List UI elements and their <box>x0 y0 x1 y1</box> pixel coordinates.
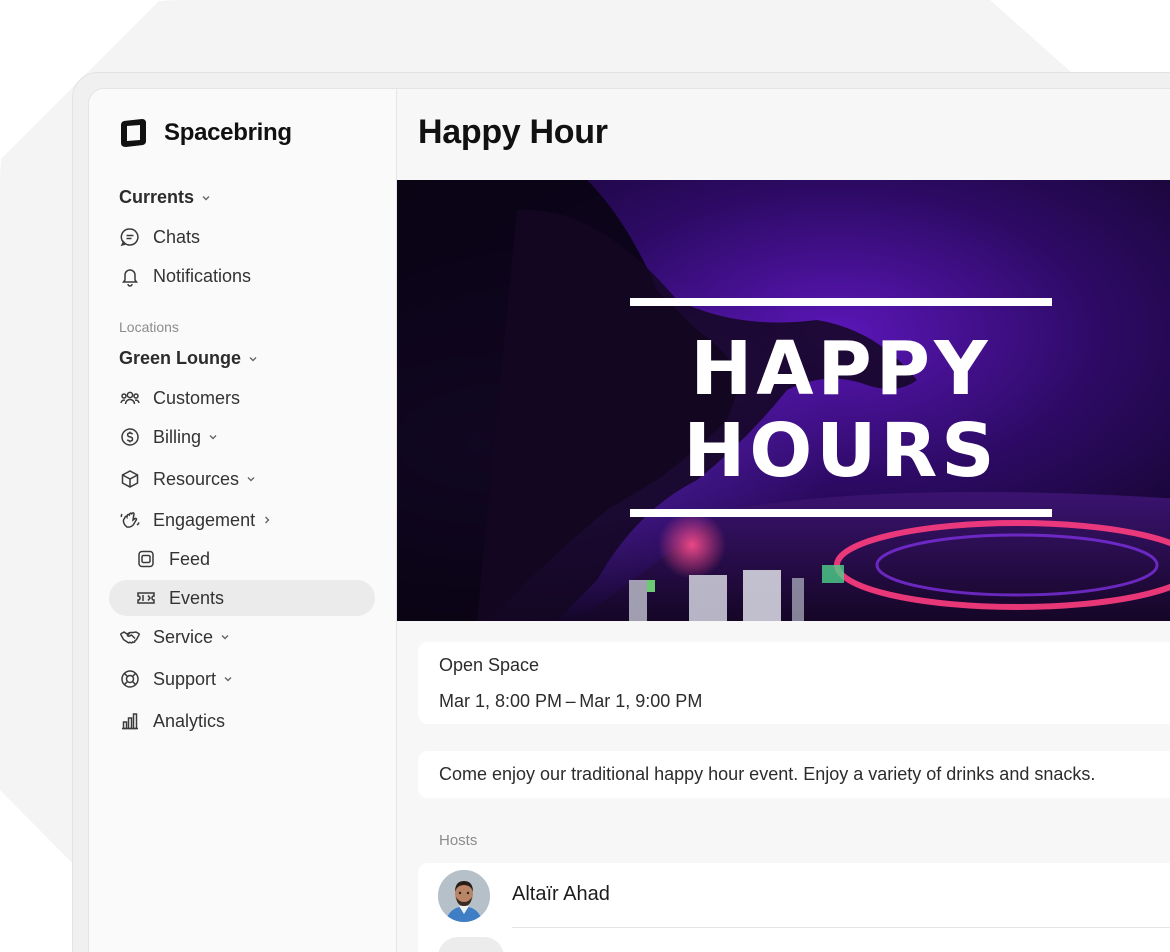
chevron-down-icon <box>222 673 234 685</box>
sidebar-item-label: Analytics <box>153 710 226 731</box>
waving-hand-icon <box>119 509 141 531</box>
sidebar-item-label: Support <box>153 668 217 689</box>
sidebar: Spacebring Currents Chats Notifications <box>89 89 397 952</box>
page-title: Happy Hour <box>418 113 608 151</box>
users-icon <box>119 387 141 409</box>
brand-name: Spacebring <box>164 119 292 146</box>
location-dropdown[interactable]: Green Lounge <box>119 348 259 369</box>
hero-line-2: HOURS <box>683 408 999 494</box>
dollar-circle-icon <box>119 426 141 448</box>
sidebar-item-resources[interactable]: Resources <box>119 461 257 497</box>
event-details-card: Open Space Mar 1, 8:00 PM – Mar 1, 9:00 … <box>418 642 1170 724</box>
chevron-down-icon <box>247 353 259 365</box>
handshake-icon <box>119 626 141 648</box>
app-window: Spacebring Currents Chats Notifications <box>88 88 1170 952</box>
sidebar-item-engagement[interactable]: Engagement <box>119 502 273 538</box>
chevron-down-icon <box>200 192 212 204</box>
hero-line-1: HAPPY <box>690 326 992 412</box>
hero-rule-top <box>630 298 1052 306</box>
currents-label: Currents <box>119 187 195 207</box>
sidebar-item-label: Service <box>153 626 214 647</box>
screenshot-stage: Spacebring Currents Chats Notifications <box>0 0 1170 952</box>
chevron-down-icon <box>219 631 231 643</box>
event-description: Come enjoy our traditional happy hour ev… <box>439 764 1096 784</box>
avatar[interactable] <box>438 870 490 922</box>
sidebar-item-feed[interactable]: Feed <box>135 541 210 577</box>
spacebring-logo-icon <box>118 117 148 149</box>
main-content: Happy Hour HAPPY HOURS Open Space Mar 1,… <box>397 89 1170 952</box>
chevron-right-icon <box>261 514 273 526</box>
hosts-card <box>418 863 1170 952</box>
brand[interactable]: Spacebring <box>118 117 292 149</box>
sidebar-item-label: Events <box>169 587 225 608</box>
location-label: Green Lounge <box>119 348 242 368</box>
sidebar-item-label: Customers <box>153 387 241 408</box>
bell-icon <box>119 265 141 287</box>
sidebar-item-label: Chats <box>153 226 201 247</box>
sidebar-item-notifications[interactable]: Notifications <box>119 258 251 294</box>
event-description-card: Come enjoy our traditional happy hour ev… <box>418 751 1170 798</box>
lifebuoy-icon <box>119 668 141 690</box>
ticket-icon <box>135 587 157 609</box>
sidebar-item-events[interactable]: Events <box>135 580 224 616</box>
chevron-down-icon <box>245 473 257 485</box>
hero-rule-bottom <box>630 509 1052 517</box>
host-name[interactable]: Altaïr Ahad <box>512 883 610 906</box>
event-location: Open Space <box>439 655 540 675</box>
sidebar-item-support[interactable]: Support <box>119 661 234 697</box>
currents-dropdown[interactable]: Currents <box>119 187 212 208</box>
next-host-avatar <box>438 937 504 952</box>
sidebar-item-analytics[interactable]: Analytics <box>119 703 225 739</box>
bar-chart-icon <box>119 710 141 732</box>
event-cover-image: HAPPY HOURS <box>397 180 1170 621</box>
sidebar-item-chats[interactable]: Chats <box>119 219 200 255</box>
chevron-down-icon <box>207 431 219 443</box>
sidebar-item-customers[interactable]: Customers <box>119 380 240 416</box>
host-divider <box>512 927 1170 928</box>
event-time: Mar 1, 8:00 PM – Mar 1, 9:00 PM <box>439 691 703 711</box>
sidebar-item-label: Notifications <box>153 265 252 286</box>
sidebar-item-label: Resources <box>153 468 240 489</box>
locations-label: Locations <box>119 319 179 335</box>
sidebar-item-service[interactable]: Service <box>119 619 231 655</box>
sidebar-item-billing[interactable]: Billing <box>119 419 219 455</box>
hosts-label: Hosts <box>439 832 478 849</box>
sidebar-item-label: Feed <box>169 548 211 569</box>
hero-title: HAPPY HOURS <box>630 328 1052 492</box>
sidebar-item-label: Engagement <box>153 509 256 530</box>
chat-bubble-icon <box>119 226 141 248</box>
cube-icon <box>119 468 141 490</box>
sidebar-item-label: Billing <box>153 426 202 447</box>
feed-icon <box>135 548 157 570</box>
